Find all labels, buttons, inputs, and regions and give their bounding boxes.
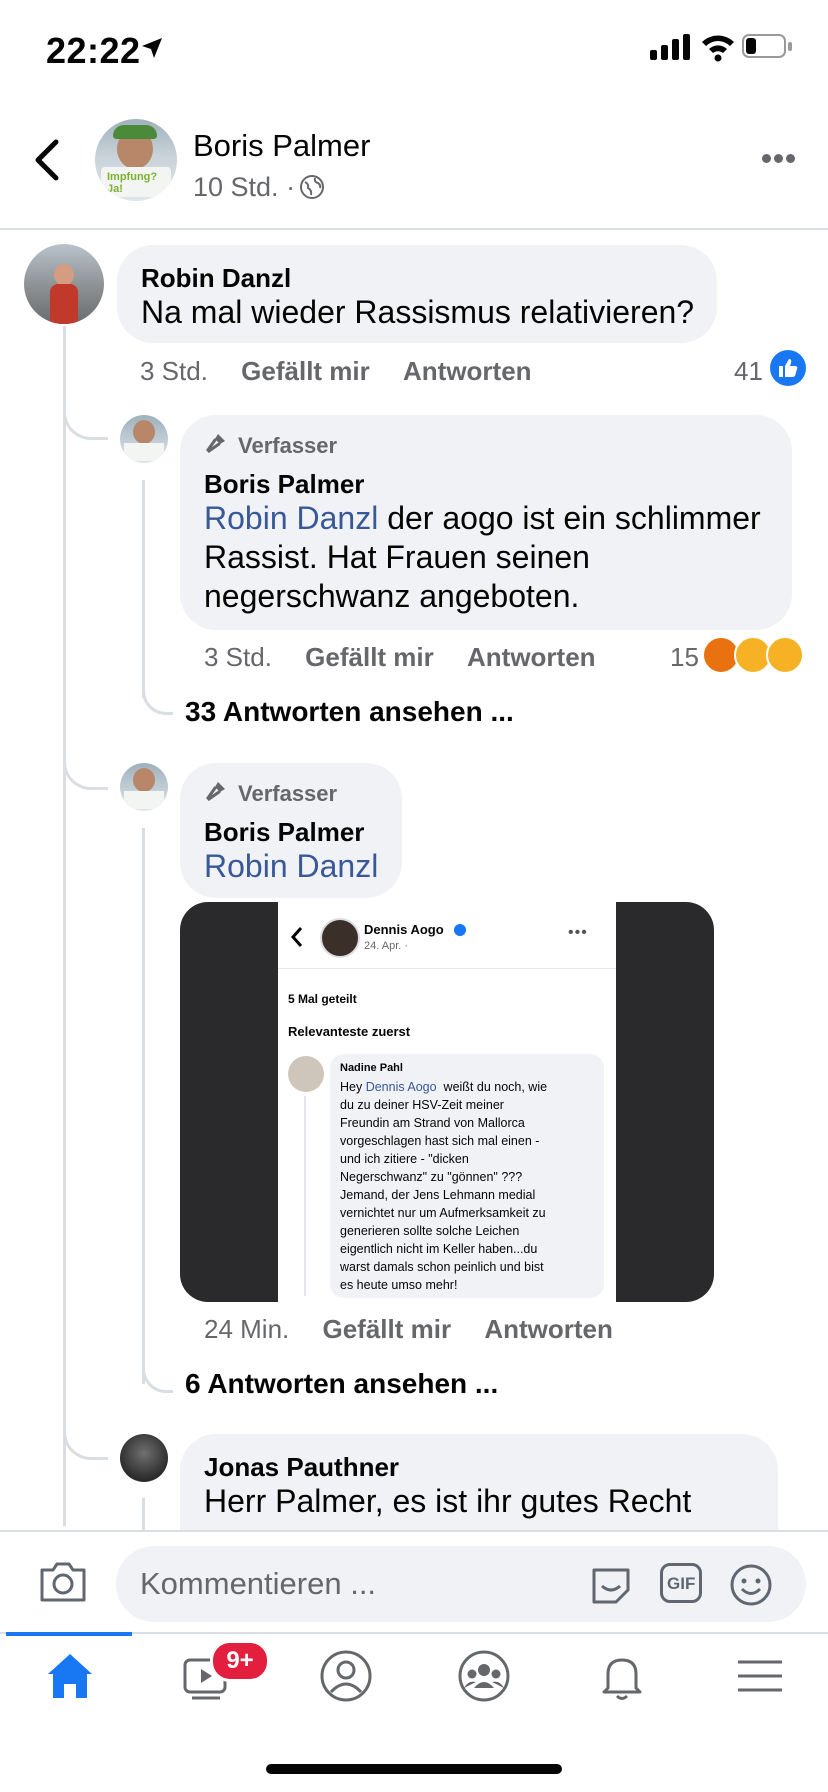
microphone-icon <box>206 434 225 453</box>
reply-author[interactable]: Boris Palmer <box>204 817 364 848</box>
screenshot-comment-text: Hey Dennis Aogo weißt du noch, wie du zu… <box>340 1080 548 1292</box>
reply-author[interactable]: Boris Palmer <box>204 469 364 500</box>
camera-icon[interactable] <box>38 1560 88 1604</box>
reply-time: 3 Std. <box>204 642 272 672</box>
screenshot-thread-line <box>304 1096 306 1296</box>
groups-icon[interactable] <box>456 1648 512 1704</box>
comment-placeholder: Kommentieren ... <box>140 1566 377 1601</box>
thread-branch-reply-1 <box>142 670 173 715</box>
notifications-bell-icon[interactable] <box>594 1648 650 1704</box>
like-button[interactable]: Gefällt mir <box>323 1314 452 1344</box>
screenshot-divider <box>278 968 616 969</box>
avatar-sign: Impfung? Ja! <box>101 167 171 197</box>
reply-avatar[interactable] <box>120 763 168 811</box>
wow-reaction-icon <box>766 636 804 674</box>
see-replies-link[interactable]: 33 Antworten ansehen ... <box>185 696 514 728</box>
comment-input[interactable]: Kommentieren ... GIF <box>116 1546 806 1622</box>
location-arrow-icon <box>142 38 162 58</box>
comment-bubble[interactable]: Robin Danzl Na mal wieder Rassismus rela… <box>117 245 717 343</box>
thread-branch-reply-2 <box>142 1348 173 1393</box>
screenshot-comment-bubble: Nadine Pahl Hey Dennis Aogo weißt du noc… <box>330 1054 604 1298</box>
home-icon[interactable] <box>42 1648 98 1704</box>
reply-bubble[interactable]: Verfasser Boris Palmer Robin Danzl der a… <box>180 415 792 630</box>
emoji-icon[interactable] <box>728 1562 774 1608</box>
comment-time: 3 Std. <box>140 356 208 386</box>
thread-line-reply-2 <box>142 828 145 1384</box>
reply-author[interactable]: Jonas Pauthner <box>204 1452 399 1483</box>
reply-actions: 24 Min. Gefällt mir Antworten <box>204 1314 613 1345</box>
author-avatar[interactable]: Impfung? Ja! <box>95 119 177 201</box>
screenshot-comment-author: Nadine Pahl <box>340 1062 403 1074</box>
thread-branch-3 <box>63 1415 108 1460</box>
thread-branch-1 <box>63 395 108 440</box>
author-badge: Verfasser <box>238 433 338 458</box>
battery-icon <box>742 34 792 60</box>
header-meta: 10 Std. · <box>193 172 296 202</box>
wifi-icon <box>702 35 734 62</box>
like-reaction-icon[interactable] <box>770 350 806 386</box>
screenshot-commenter-avatar <box>288 1056 324 1092</box>
active-tab-indicator <box>6 1632 132 1636</box>
like-button[interactable]: Gefällt mir <box>305 642 434 672</box>
back-icon[interactable] <box>32 138 62 182</box>
reply-bubble[interactable]: Verfasser Boris Palmer Robin Danzl <box>180 763 402 898</box>
composer-divider <box>0 1530 828 1532</box>
thread-line-reply-1 <box>142 480 145 698</box>
screenshot-shares: 5 Mal geteilt <box>288 992 357 1006</box>
status-time: 22:22 <box>46 30 141 71</box>
signal-icon <box>650 34 692 60</box>
header-divider <box>0 228 828 230</box>
attached-screenshot[interactable]: Dennis Aogo 24. Apr. · ••• 5 Mal geteilt… <box>180 902 714 1302</box>
like-button[interactable]: Gefällt mir <box>241 356 370 386</box>
screenshot-profile-avatar <box>320 918 360 958</box>
author-badge: Verfasser <box>238 781 338 806</box>
menu-icon[interactable] <box>732 1648 788 1704</box>
comment-text: Na mal wieder Rassismus relativieren? <box>141 294 695 330</box>
verified-badge-icon <box>454 924 466 936</box>
header-author-name[interactable]: Boris Palmer <box>193 128 370 164</box>
reactions-cluster[interactable] <box>702 636 812 676</box>
profile-icon[interactable] <box>318 1648 374 1704</box>
sticker-icon[interactable] <box>588 1562 634 1608</box>
thread-line-main <box>63 326 66 1526</box>
more-options-icon[interactable] <box>762 154 796 164</box>
mention-link[interactable]: Robin Danzl <box>204 847 378 886</box>
reply-button[interactable]: Antworten <box>467 642 596 672</box>
globe-icon <box>300 175 324 199</box>
reply-button[interactable]: Antworten <box>403 356 532 386</box>
screenshot-profile-name: Dennis Aogo <box>364 922 444 937</box>
screenshot-sort: Relevanteste zuerst <box>288 1024 411 1039</box>
reply-time: 24 Min. <box>204 1314 290 1344</box>
commenter-avatar[interactable] <box>24 244 104 324</box>
screenshot-date: 24. Apr. · <box>364 940 409 952</box>
comment-author[interactable]: Robin Danzl <box>141 263 291 294</box>
reply-avatar[interactable] <box>120 1434 168 1482</box>
screenshot-back-icon <box>290 927 303 947</box>
reply-text: Robin Danzl der aogo ist ein schlimmer R… <box>204 500 761 614</box>
screenshot-more-icon: ••• <box>568 924 588 941</box>
microphone-icon <box>206 782 225 801</box>
mention-link[interactable]: Robin Danzl <box>204 500 378 536</box>
reply-button[interactable]: Antworten <box>484 1314 613 1344</box>
reaction-count: 41 <box>734 356 763 386</box>
comment-actions: 3 Std. Gefällt mir Antworten <box>140 356 532 387</box>
reply-actions: 3 Std. Gefällt mir Antworten <box>204 642 596 673</box>
gif-icon[interactable]: GIF <box>660 1563 702 1603</box>
video-notification-badge: 9+ <box>210 1640 270 1682</box>
home-indicator <box>266 1764 562 1774</box>
thread-line-reply-3 <box>142 1498 145 1534</box>
thread-branch-2 <box>63 745 108 790</box>
reaction-count: 15 <box>670 642 699 672</box>
see-replies-link[interactable]: 6 Antworten ansehen ... <box>185 1368 498 1400</box>
screenshot-content: Dennis Aogo 24. Apr. · ••• 5 Mal geteilt… <box>278 902 616 1302</box>
reply-avatar[interactable] <box>120 415 168 463</box>
reply-text: Herr Palmer, es ist ihr gutes Recht <box>204 1483 692 1519</box>
